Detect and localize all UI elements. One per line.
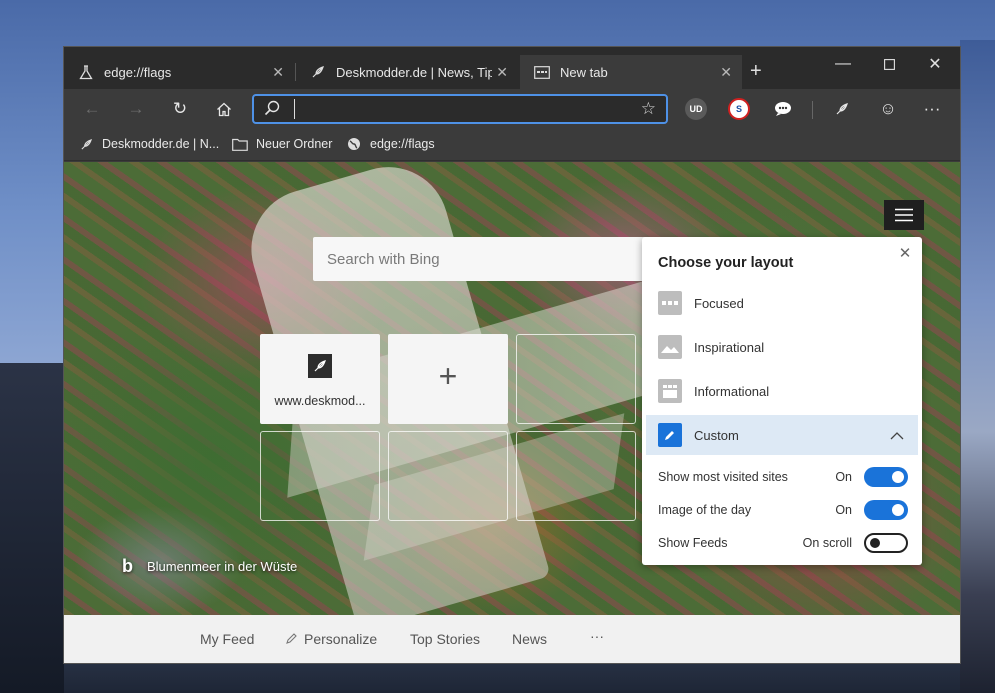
top-site-tile[interactable]: www.deskmod... bbox=[260, 334, 380, 424]
new-tab-button[interactable]: + bbox=[750, 61, 762, 81]
flask-icon bbox=[78, 64, 94, 80]
chevron-up-icon[interactable] bbox=[890, 427, 904, 443]
favorite-label: Deskmodder.de | N... bbox=[102, 137, 220, 151]
inspirational-layout-icon bbox=[658, 335, 682, 359]
address-input[interactable] bbox=[294, 99, 624, 119]
chat-extension-icon[interactable] bbox=[772, 98, 794, 120]
tab-strip: edge://flags ✕ Deskmodder.de | News, Tip… bbox=[64, 47, 960, 89]
setting-most-visited: Show most visited sites On bbox=[658, 465, 908, 489]
add-site-tile[interactable]: + bbox=[388, 334, 508, 424]
pencil-icon bbox=[658, 423, 682, 447]
feed-tab-my-feed[interactable]: My Feed bbox=[200, 631, 254, 647]
setting-show-feeds: Show Feeds On scroll bbox=[658, 531, 908, 555]
home-button[interactable] bbox=[210, 97, 238, 121]
maximize-button[interactable] bbox=[866, 51, 912, 77]
search-icon bbox=[264, 100, 280, 121]
bing-logo-icon: b bbox=[122, 556, 133, 576]
feedback-smiley-icon[interactable]: ☺ bbox=[874, 97, 902, 121]
bing-search-input[interactable] bbox=[327, 248, 637, 270]
empty-site-slot bbox=[516, 431, 636, 521]
folder-icon bbox=[232, 136, 248, 152]
tab-label: Deskmodder.de | News, Tipps bbox=[336, 64, 492, 80]
bing-search-box[interactable] bbox=[313, 237, 653, 281]
page-settings-menu-button[interactable] bbox=[884, 200, 924, 230]
layout-option-informational[interactable]: Informational bbox=[646, 371, 918, 411]
close-icon[interactable]: ✕ bbox=[496, 64, 508, 81]
tab-new-tab[interactable]: New tab ✕ bbox=[520, 55, 742, 89]
newtab-icon bbox=[534, 64, 550, 80]
feed-tab-top-stories[interactable]: Top Stories bbox=[410, 631, 480, 647]
favorite-label: Neuer Ordner bbox=[256, 137, 333, 151]
feed-tab-personalize[interactable]: Personalize bbox=[286, 631, 377, 647]
tab-label: New tab bbox=[560, 64, 608, 80]
star-icon[interactable]: ☆ bbox=[641, 99, 656, 119]
feather-extension-icon[interactable] bbox=[828, 97, 856, 121]
back-button[interactable]: ← bbox=[78, 97, 106, 121]
refresh-button[interactable]: ↻ bbox=[166, 97, 194, 121]
tab-label: edge://flags bbox=[104, 64, 172, 80]
new-tab-page: www.deskmod... + b Blumenmeer in der Wüs… bbox=[64, 162, 960, 615]
most-visited-toggle[interactable] bbox=[864, 467, 908, 487]
minimize-button[interactable]: — bbox=[820, 51, 866, 77]
forward-button[interactable]: → bbox=[122, 97, 150, 121]
layout-panel: Choose your layout ✕ Focused Inspiration… bbox=[642, 237, 922, 565]
pencil-icon bbox=[286, 632, 298, 647]
focused-layout-icon bbox=[658, 291, 682, 315]
top-site-label: www.deskmod... bbox=[274, 394, 366, 408]
desktop-background-left bbox=[0, 363, 64, 693]
feed-more-icon[interactable]: ··· bbox=[590, 628, 604, 644]
favorite-edge-flags[interactable]: edge://flags bbox=[346, 136, 435, 152]
favorite-label: edge://flags bbox=[370, 137, 435, 151]
close-window-button[interactable]: ✕ bbox=[912, 51, 958, 77]
navigation-toolbar: ← → ↻ ☆ UD S ☺ ··· bbox=[64, 89, 960, 129]
tab-edge-flags[interactable]: edge://flags ✕ bbox=[64, 55, 294, 89]
s-extension-icon[interactable]: S bbox=[728, 98, 750, 120]
empty-site-slot bbox=[388, 431, 508, 521]
empty-site-slot bbox=[260, 431, 380, 521]
photo-caption: Blumenmeer in der Wüste bbox=[147, 559, 298, 574]
favorite-deskmodder[interactable]: Deskmodder.de | N... bbox=[78, 136, 219, 152]
more-menu-icon[interactable]: ··· bbox=[918, 97, 946, 121]
close-icon[interactable]: ✕ bbox=[720, 64, 732, 81]
feed-bar: My Feed Personalize Top Stories News ··· bbox=[64, 615, 960, 663]
feed-tab-news[interactable]: News bbox=[512, 631, 547, 647]
layout-option-focused[interactable]: Focused bbox=[646, 283, 918, 323]
favorite-neuer-ordner[interactable]: Neuer Ordner bbox=[232, 136, 332, 152]
tab-deskmodder[interactable]: Deskmodder.de | News, Tipps ✕ bbox=[296, 55, 518, 89]
close-icon[interactable]: ✕ bbox=[896, 245, 914, 263]
layout-option-inspirational[interactable]: Inspirational bbox=[646, 327, 918, 367]
toolbar-separator bbox=[812, 101, 813, 119]
desktop-background-right bbox=[960, 40, 995, 693]
feather-icon bbox=[308, 354, 332, 378]
show-feeds-toggle[interactable] bbox=[864, 533, 908, 553]
favorites-bar: Deskmodder.de | N... Neuer Ordner edge:/… bbox=[64, 129, 960, 161]
ublock-extension-icon[interactable]: UD bbox=[685, 98, 707, 120]
empty-site-slot bbox=[516, 334, 636, 424]
image-of-day-toggle[interactable] bbox=[864, 500, 908, 520]
panel-title: Choose your layout bbox=[658, 255, 794, 271]
feather-icon bbox=[78, 136, 94, 152]
setting-image-of-day: Image of the day On bbox=[658, 498, 908, 522]
image-of-the-day-credit[interactable]: b Blumenmeer in der Wüste bbox=[122, 556, 297, 577]
globe-icon bbox=[346, 136, 362, 152]
close-icon[interactable]: ✕ bbox=[272, 64, 284, 81]
address-bar[interactable]: ☆ bbox=[252, 94, 668, 124]
browser-window: edge://flags ✕ Deskmodder.de | News, Tip… bbox=[63, 46, 961, 664]
plus-icon: + bbox=[438, 358, 458, 394]
feather-icon bbox=[310, 64, 326, 80]
layout-option-custom[interactable]: Custom bbox=[646, 415, 918, 455]
informational-layout-icon bbox=[658, 379, 682, 403]
